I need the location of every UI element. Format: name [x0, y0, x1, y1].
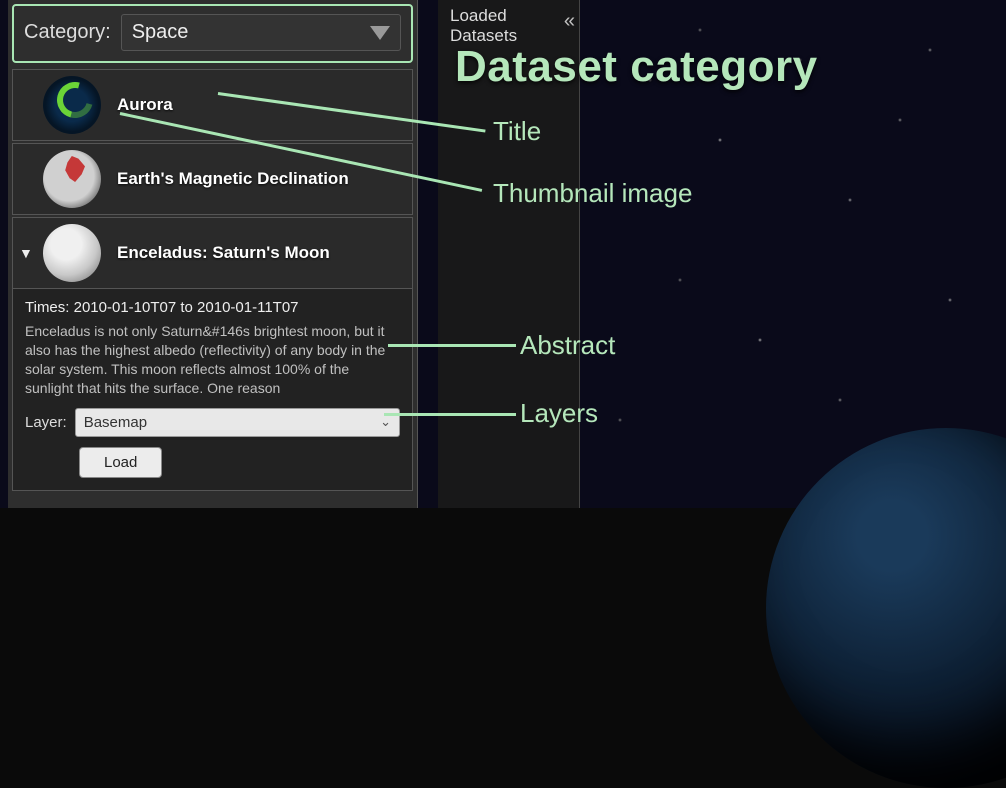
dataset-item-enceladus[interactable]: ▼ Enceladus: Saturn's Moon [12, 217, 413, 289]
dataset-list: Aurora Earth's Magnetic Declination ▼ En… [8, 65, 417, 491]
times-row: Times: 2010-01-10T07 to 2010-01-11T07 [25, 299, 400, 316]
collapse-caret-icon[interactable]: ▼ [19, 245, 33, 261]
collapse-left-icon[interactable]: « [564, 10, 571, 33]
layer-select-value: Basemap [84, 414, 147, 431]
abstract-text: Enceladus is not only Saturn&#146s brigh… [25, 322, 400, 398]
category-row: Category: Space [12, 4, 413, 63]
loaded-datasets-panel: Loaded Datasets « [438, 0, 580, 508]
dataset-details-enceladus: Times: 2010-01-10T07 to 2010-01-11T07 En… [12, 289, 413, 491]
thumbnail-declination-icon [43, 150, 101, 208]
loaded-panel-title: Loaded Datasets [450, 6, 530, 45]
dataset-title: Enceladus: Saturn's Moon [117, 243, 330, 263]
loaded-header: Loaded Datasets « [438, 2, 579, 45]
times-range: 2010-01-10T07 to 2010-01-11T07 [74, 299, 299, 316]
layer-select[interactable]: Basemap ⌄ [75, 408, 400, 437]
times-label: Times: [25, 299, 69, 316]
dataset-item-aurora[interactable]: Aurora [12, 69, 413, 141]
layer-label: Layer: [25, 414, 67, 431]
dataset-title: Aurora [117, 95, 173, 115]
category-select[interactable]: Space [121, 14, 401, 51]
category-label: Category: [24, 21, 111, 44]
load-button[interactable]: Load [79, 447, 162, 478]
chevron-down-icon: ⌄ [380, 414, 391, 430]
dataset-title: Earth's Magnetic Declination [117, 169, 349, 189]
chevron-down-icon [370, 26, 390, 40]
thumbnail-enceladus-icon [43, 224, 101, 282]
category-select-value: Space [132, 21, 189, 44]
dataset-browser-panel: Category: Space Aurora Earth's Magnetic … [8, 0, 418, 508]
layer-row: Layer: Basemap ⌄ [25, 408, 400, 437]
dataset-item-magnetic-declination[interactable]: Earth's Magnetic Declination [12, 143, 413, 215]
thumbnail-aurora-icon [43, 76, 101, 134]
